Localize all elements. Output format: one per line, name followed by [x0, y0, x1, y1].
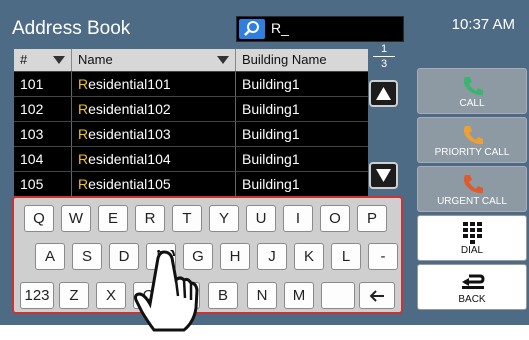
- key-t[interactable]: T: [172, 205, 202, 232]
- cell-building: Building1: [242, 151, 300, 167]
- key-p[interactable]: P: [357, 205, 387, 232]
- key-x[interactable]: X: [96, 282, 126, 309]
- dial-button[interactable]: DIAL: [417, 215, 527, 261]
- key-u[interactable]: U: [246, 205, 276, 232]
- tap-hand-icon: [134, 250, 199, 332]
- key-backspace[interactable]: [359, 282, 395, 309]
- triangle-down-icon: [376, 169, 391, 182]
- sort-arrow-icon: [217, 56, 229, 64]
- cell-building: Building1: [242, 126, 300, 142]
- search-icon[interactable]: [239, 19, 265, 39]
- clock: 10:37 AM: [451, 16, 515, 33]
- cell-name: Residential105: [72, 172, 236, 196]
- key-b[interactable]: B: [208, 282, 238, 309]
- table-header: # Name Building Name: [14, 49, 368, 71]
- screen: Address Book R_ 10:37 AM # Name Building…: [0, 0, 529, 325]
- priority-call-button[interactable]: PRIORITY CALL: [417, 117, 527, 163]
- page-total: 3: [380, 58, 388, 70]
- cell-number: 104: [14, 147, 72, 171]
- cell-building: Building1: [242, 101, 300, 117]
- cell-name: Residential101: [72, 72, 236, 96]
- key-k[interactable]: K: [294, 243, 324, 270]
- key-dash[interactable]: -: [368, 243, 398, 270]
- table-row[interactable]: 101 Residential101 Building1: [14, 71, 368, 96]
- page-current: 1: [380, 43, 388, 55]
- table-row[interactable]: 102 Residential102 Building1: [14, 96, 368, 121]
- key-space[interactable]: [321, 282, 355, 309]
- key-n[interactable]: N: [247, 282, 277, 309]
- cell-number: 101: [14, 72, 72, 96]
- page-indicator: 1 3: [368, 43, 400, 70]
- back-button[interactable]: BACK: [417, 264, 527, 310]
- scroll-down-button[interactable]: [369, 162, 398, 189]
- cell-number: 103: [14, 122, 72, 146]
- search-field[interactable]: R_: [236, 16, 404, 42]
- key-y[interactable]: Y: [209, 205, 239, 232]
- column-header-name[interactable]: Name: [72, 49, 236, 71]
- search-input[interactable]: R_: [271, 20, 289, 36]
- page-title: Address Book: [12, 18, 131, 39]
- call-button[interactable]: CALL: [417, 68, 527, 114]
- cell-building: Building1: [242, 76, 300, 92]
- address-table: # Name Building Name 101 Residential101 …: [14, 49, 368, 196]
- column-header-number[interactable]: #: [14, 49, 72, 71]
- table-row[interactable]: 104 Residential104 Building1: [14, 146, 368, 171]
- key-s[interactable]: S: [72, 243, 102, 270]
- cell-name: Residential102: [72, 97, 236, 121]
- key-e[interactable]: E: [98, 205, 128, 232]
- cell-number: 105: [14, 172, 72, 196]
- key-123[interactable]: 123: [20, 282, 54, 309]
- key-h[interactable]: H: [220, 243, 250, 270]
- cell-name: Residential103: [72, 122, 236, 146]
- table-row[interactable]: 103 Residential103 Building1: [14, 121, 368, 146]
- scroll-up-button[interactable]: [369, 80, 398, 107]
- phone-icon: [464, 175, 483, 194]
- cell-name: Residential104: [72, 147, 236, 171]
- phone-icon: [464, 77, 483, 96]
- triangle-up-icon: [376, 87, 391, 100]
- keyboard: QWERTYUIOPASDFGHJKL-123ZXCVBNM: [12, 196, 403, 314]
- key-o[interactable]: O: [320, 205, 350, 232]
- backspace-arrow-icon: [369, 290, 384, 302]
- back-arrow-icon: [462, 274, 485, 289]
- key-l[interactable]: L: [331, 243, 361, 270]
- key-z[interactable]: Z: [59, 282, 89, 309]
- urgent-call-button[interactable]: URGENT CALL: [417, 166, 527, 212]
- phone-icon: [464, 126, 483, 145]
- key-m[interactable]: M: [284, 282, 314, 309]
- key-q[interactable]: Q: [24, 205, 54, 232]
- keypad-icon: [463, 222, 482, 244]
- table-row[interactable]: 105 Residential105 Building1: [14, 171, 368, 196]
- cell-number: 102: [14, 97, 72, 121]
- key-j[interactable]: J: [257, 243, 287, 270]
- column-header-building[interactable]: Building Name: [236, 49, 368, 71]
- cell-building: Building1: [242, 176, 300, 192]
- key-w[interactable]: W: [61, 205, 91, 232]
- key-i[interactable]: I: [283, 205, 313, 232]
- key-a[interactable]: A: [35, 243, 65, 270]
- sort-arrow-icon: [53, 56, 65, 64]
- key-r[interactable]: R: [135, 205, 165, 232]
